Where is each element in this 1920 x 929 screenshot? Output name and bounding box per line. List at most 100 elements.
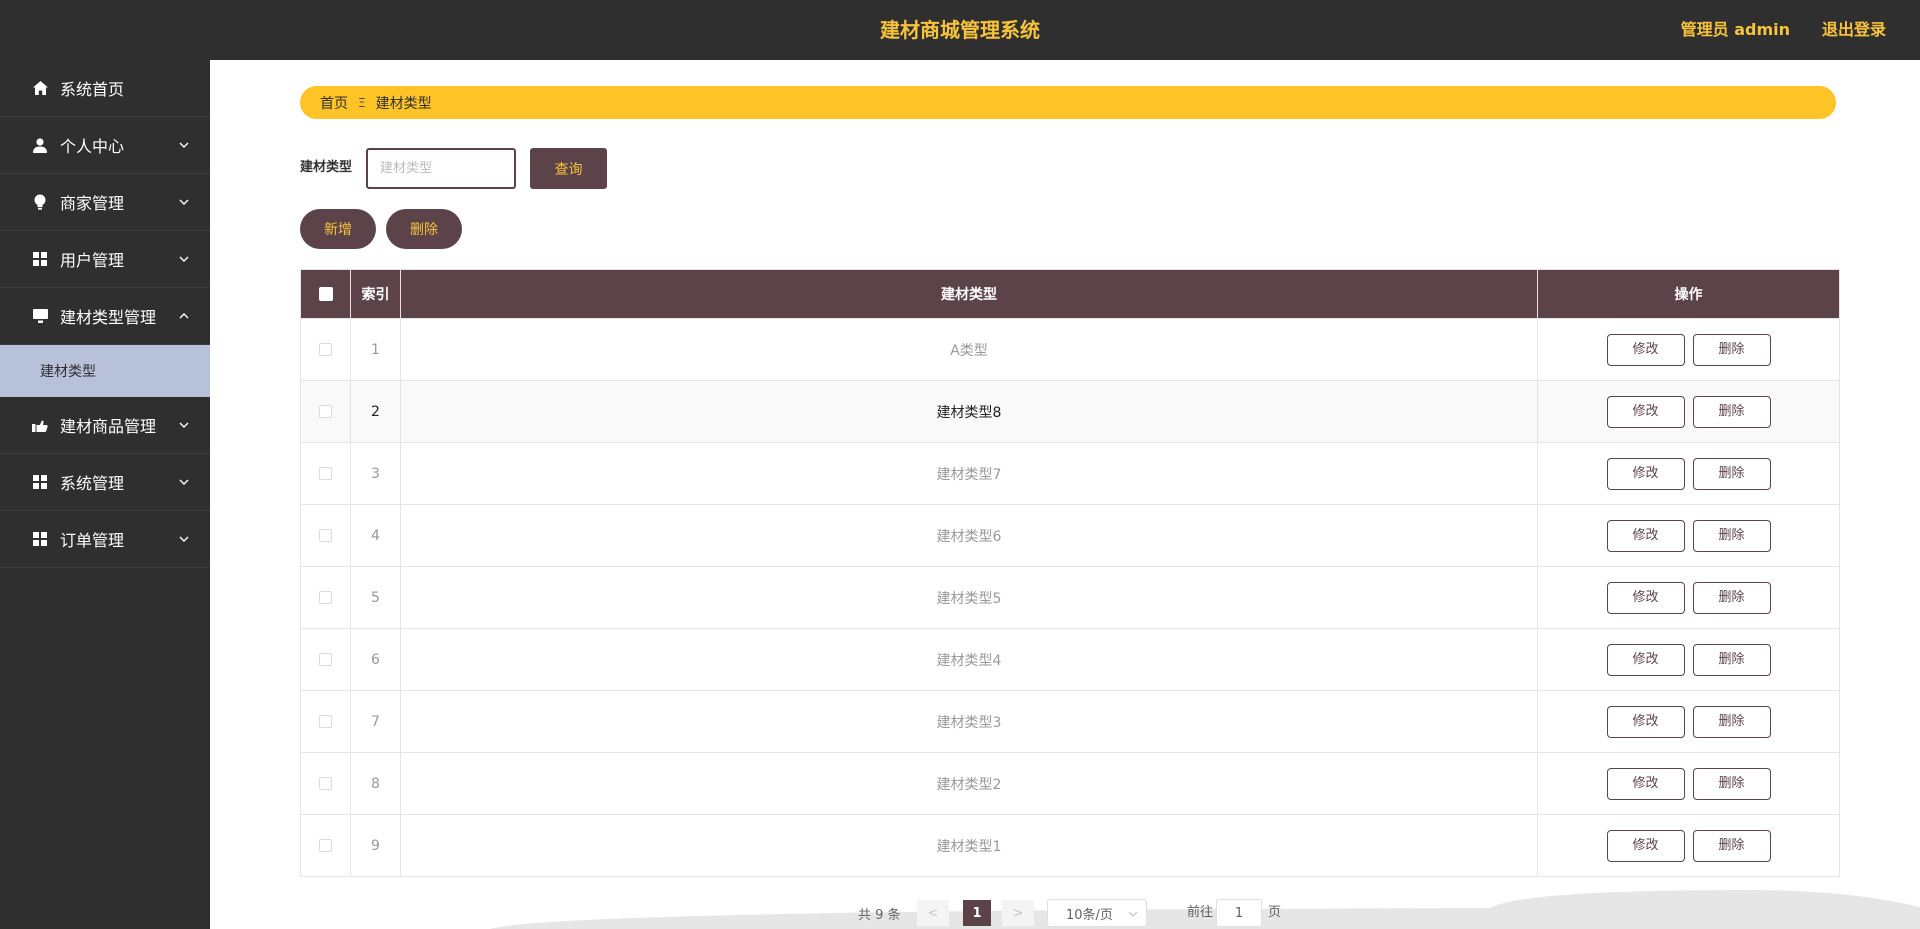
sidebar-item-material-goods-management[interactable]: 建材商品管理 xyxy=(0,397,210,454)
sidebar-item-label: 订单管理 xyxy=(60,531,125,550)
chevron-up-icon xyxy=(179,313,189,319)
sidebar-item-label: 建材商品管理 xyxy=(60,417,157,436)
sidebar-item-material-type-management[interactable]: 建材类型管理 xyxy=(0,288,210,345)
bulb-icon xyxy=(32,194,48,210)
delete-button[interactable]: 删除 xyxy=(1692,333,1771,366)
hand-icon xyxy=(32,417,48,433)
goto-suffix: 页 xyxy=(1268,905,1282,920)
query-button[interactable]: 查询 xyxy=(530,148,607,189)
user-icon xyxy=(32,137,48,153)
sidebar-item-label: 个人中心 xyxy=(60,137,125,156)
edit-button[interactable]: 修改 xyxy=(1606,705,1685,738)
sidebar-item-order-management[interactable]: 订单管理 xyxy=(0,511,210,568)
row-checkbox[interactable] xyxy=(319,777,332,790)
row-checkbox[interactable] xyxy=(319,405,332,418)
edit-button[interactable]: 修改 xyxy=(1606,767,1685,800)
page-number-1[interactable]: 1 xyxy=(963,900,991,926)
material-type-table: 索引 建材类型 操作 1 A类型 修改 删除 2 建材类型8 修改 删除 3 建材类… xyxy=(300,269,1840,877)
top-bar: 建材商城管理系统 管理员 admin 退出登录 xyxy=(0,0,1920,60)
edit-button[interactable]: 修改 xyxy=(1606,333,1685,366)
row-material-type: 建材类型5 xyxy=(400,566,1538,629)
breadcrumb-separator: Ξ xyxy=(358,95,366,110)
row-material-type: 建材类型1 xyxy=(400,814,1538,877)
delete-button[interactable]: 删除 xyxy=(1692,767,1771,800)
sidebar-item-personal-center[interactable]: 个人中心 xyxy=(0,117,210,174)
edit-button[interactable]: 修改 xyxy=(1606,581,1685,614)
monitor-icon xyxy=(32,308,48,324)
grid-icon xyxy=(32,251,48,267)
home-icon xyxy=(32,80,48,96)
grid-icon xyxy=(32,474,48,490)
row-checkbox[interactable] xyxy=(319,839,332,852)
page-size-value: 10条/页 xyxy=(1066,907,1113,923)
chevron-down-icon xyxy=(179,422,189,428)
sidebar-item-label: 商家管理 xyxy=(60,194,125,213)
sidebar-subitem-material-type[interactable]: 建材类型 xyxy=(0,345,210,397)
sidebar-item-label: 建材类型管理 xyxy=(60,308,157,327)
delete-button[interactable]: 删除 xyxy=(1692,457,1771,490)
table-row: 5 建材类型5 修改 删除 xyxy=(300,566,1840,629)
grid-icon xyxy=(32,531,48,547)
delete-button[interactable]: 删除 xyxy=(1692,395,1771,428)
select-all-cell xyxy=(300,269,351,319)
edit-button[interactable]: 修改 xyxy=(1606,519,1685,552)
row-index: 3 xyxy=(350,442,401,505)
batch-delete-button[interactable]: 删除 xyxy=(386,209,462,249)
chevron-down-icon xyxy=(179,199,189,205)
edit-button[interactable]: 修改 xyxy=(1606,643,1685,676)
edit-button[interactable]: 修改 xyxy=(1606,457,1685,490)
table-row: 8 建材类型2 修改 删除 xyxy=(300,752,1840,815)
next-page-button[interactable]: > xyxy=(1002,900,1034,926)
row-material-type: A类型 xyxy=(400,318,1538,381)
row-checkbox[interactable] xyxy=(319,529,332,542)
delete-button[interactable]: 删除 xyxy=(1692,705,1771,738)
sidebar-item-user-management[interactable]: 用户管理 xyxy=(0,231,210,288)
chevron-down-icon xyxy=(179,142,189,148)
row-material-type: 建材类型2 xyxy=(400,752,1538,815)
prev-page-button[interactable]: < xyxy=(917,900,949,926)
chevron-down-icon xyxy=(179,536,189,542)
table-row: 1 A类型 修改 删除 xyxy=(300,318,1840,381)
goto-page-input[interactable] xyxy=(1216,899,1262,927)
table-row: 2 建材类型8 修改 删除 xyxy=(300,380,1840,443)
row-material-type: 建材类型8 xyxy=(400,380,1538,443)
sidebar-item-merchant[interactable]: 商家管理 xyxy=(0,174,210,231)
breadcrumb-current: 建材类型 xyxy=(375,95,432,112)
sidebar-item-label: 系统首页 xyxy=(60,80,125,99)
delete-button[interactable]: 删除 xyxy=(1692,519,1771,552)
breadcrumb: 首页 Ξ 建材类型 xyxy=(300,86,1836,119)
row-checkbox[interactable] xyxy=(319,653,332,666)
search-label: 建材类型 xyxy=(300,160,353,175)
delete-button[interactable]: 删除 xyxy=(1692,829,1771,862)
row-checkbox[interactable] xyxy=(319,715,332,728)
header-operations: 操作 xyxy=(1537,269,1840,319)
sidebar-item-system-management[interactable]: 系统管理 xyxy=(0,454,210,511)
logout-link[interactable]: 退出登录 xyxy=(1822,0,1886,60)
chevron-down-icon xyxy=(1128,911,1138,917)
breadcrumb-home[interactable]: 首页 xyxy=(320,93,348,113)
table-row: 3 建材类型7 修改 删除 xyxy=(300,442,1840,505)
select-all-checkbox[interactable] xyxy=(318,287,333,301)
material-type-search-input[interactable] xyxy=(366,148,516,189)
row-checkbox[interactable] xyxy=(319,467,332,480)
row-checkbox[interactable] xyxy=(319,343,332,356)
row-checkbox[interactable] xyxy=(319,591,332,604)
edit-button[interactable]: 修改 xyxy=(1606,395,1685,428)
delete-button[interactable]: 删除 xyxy=(1692,643,1771,676)
row-index: 5 xyxy=(350,566,401,629)
goto-label: 前往 xyxy=(1187,905,1214,920)
sidebar-subitem-label: 建材类型 xyxy=(40,364,96,380)
delete-button[interactable]: 删除 xyxy=(1692,581,1771,614)
page-size-select[interactable]: 10条/页 xyxy=(1047,899,1147,927)
row-material-type: 建材类型4 xyxy=(400,628,1538,691)
sidebar-item-label: 系统管理 xyxy=(60,474,125,493)
pagination-total: 共 9 条 xyxy=(858,907,901,923)
header-material-type: 建材类型 xyxy=(400,269,1538,319)
add-button[interactable]: 新增 xyxy=(300,209,376,249)
chevron-down-icon xyxy=(179,256,189,262)
row-material-type: 建材类型7 xyxy=(400,442,1538,505)
row-index: 2 xyxy=(350,380,401,443)
row-material-type: 建材类型6 xyxy=(400,504,1538,567)
edit-button[interactable]: 修改 xyxy=(1606,829,1685,862)
sidebar-item-home[interactable]: 系统首页 xyxy=(0,60,210,117)
